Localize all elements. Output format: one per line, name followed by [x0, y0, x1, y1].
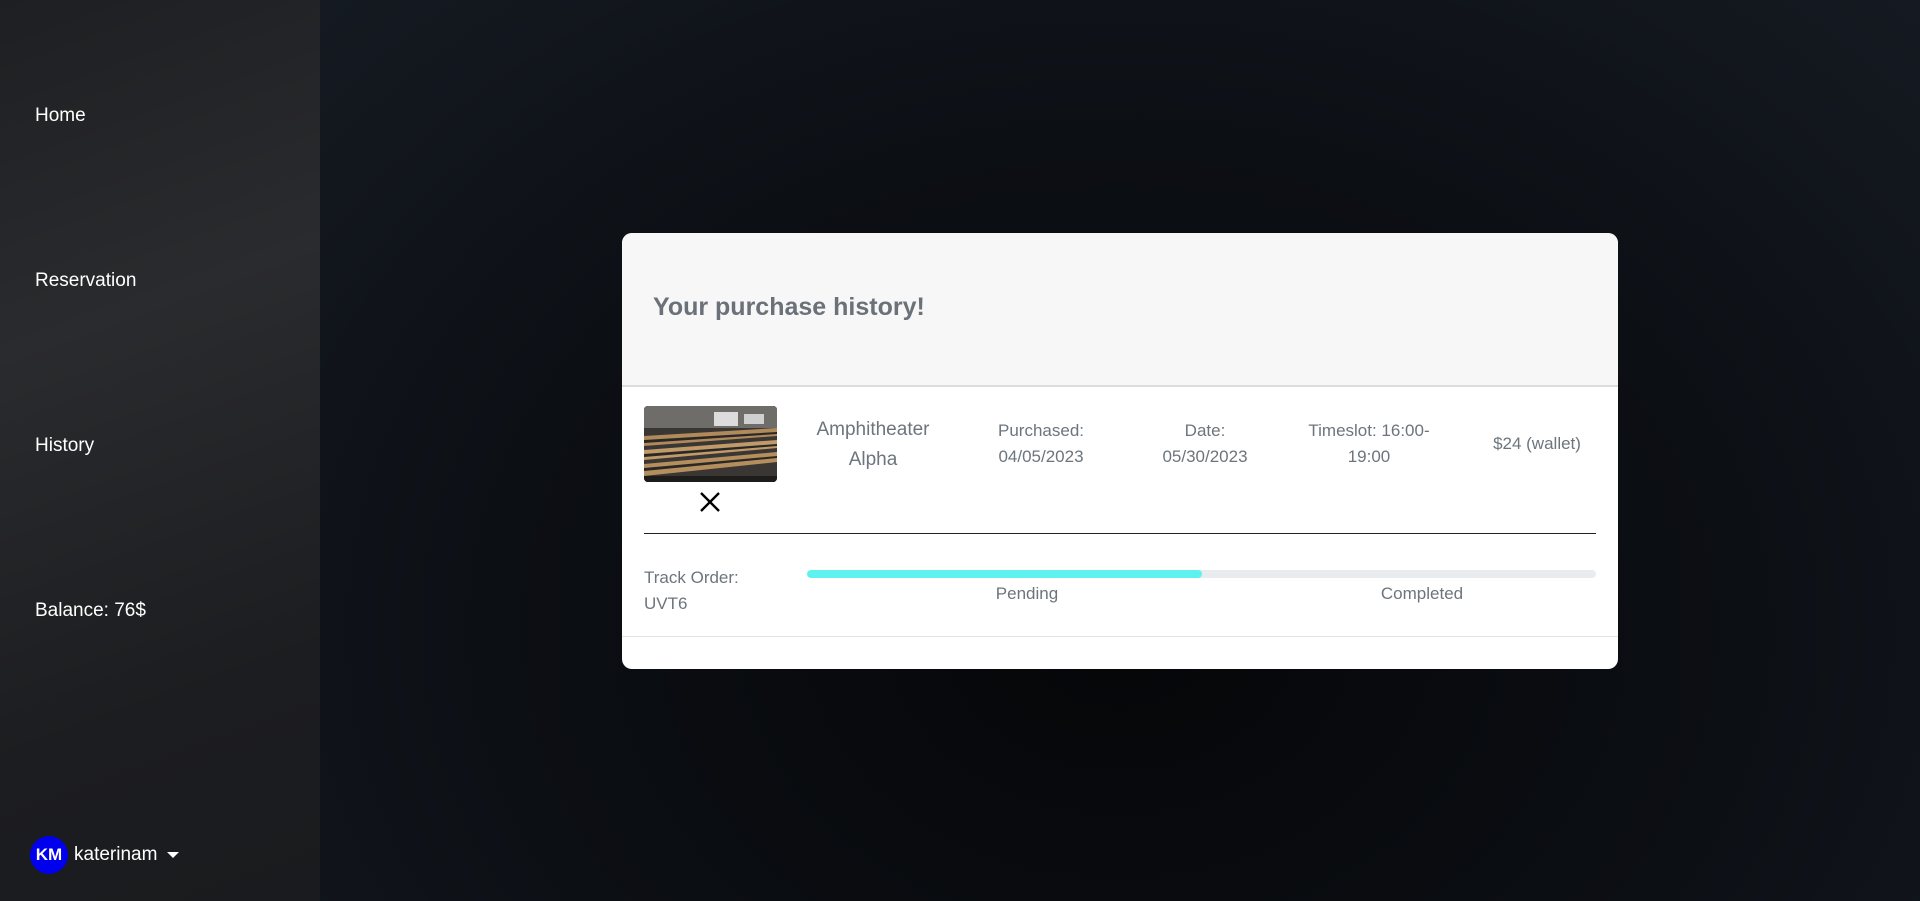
nav-home[interactable]: Home: [35, 105, 86, 127]
avatar: KM: [30, 836, 68, 874]
modal-header: Your purchase history!: [622, 233, 1618, 387]
order-progress-bar: [807, 570, 1596, 578]
price: $24 (wallet): [1493, 434, 1581, 453]
order-progress-fill: [807, 570, 1202, 578]
purchased-date: 04/05/2023: [998, 447, 1084, 466]
date-label: Date:: [1184, 421, 1226, 440]
modal-title: Your purchase history!: [653, 293, 925, 321]
close-icon[interactable]: [696, 488, 724, 516]
date-info: Date: 05/30/2023: [1146, 418, 1264, 470]
date-value: 05/30/2023: [1162, 447, 1248, 466]
venue-name: Amphitheater Alpha: [816, 419, 930, 470]
step-pending: Pending: [995, 584, 1059, 603]
chevron-down-icon[interactable]: [167, 852, 180, 858]
nav-reservation[interactable]: Reservation: [35, 270, 136, 292]
purchased-info: Purchased: 04/05/2023: [982, 418, 1100, 470]
user-menu[interactable]: KM katerinam: [30, 836, 180, 874]
track-code: UVT6: [644, 594, 688, 613]
timeslot-line2: 19:00: [1347, 447, 1391, 466]
timeslot-line1: Timeslot: 16:00-: [1308, 421, 1430, 440]
track-order: Track Order: UVT6: [644, 565, 739, 617]
row-divider: [644, 533, 1596, 534]
bottom-divider: [622, 636, 1618, 637]
lecture-hall-photo: [644, 406, 777, 482]
sidebar: Home Reservation History Balance: 76$ KM…: [0, 0, 320, 901]
username: katerinam: [74, 844, 158, 865]
balance-label: Balance: 76$: [35, 600, 146, 621]
track-label: Track Order:: [644, 568, 739, 587]
step-completed: Completed: [1380, 584, 1464, 603]
purchased-label: Purchased:: [998, 421, 1084, 440]
nav-history[interactable]: History: [35, 435, 94, 457]
purchase-history-modal: Your purchase history! Amphitheater Alph…: [622, 233, 1618, 669]
timeslot-info: Timeslot: 16:00- 19:00: [1302, 418, 1436, 470]
